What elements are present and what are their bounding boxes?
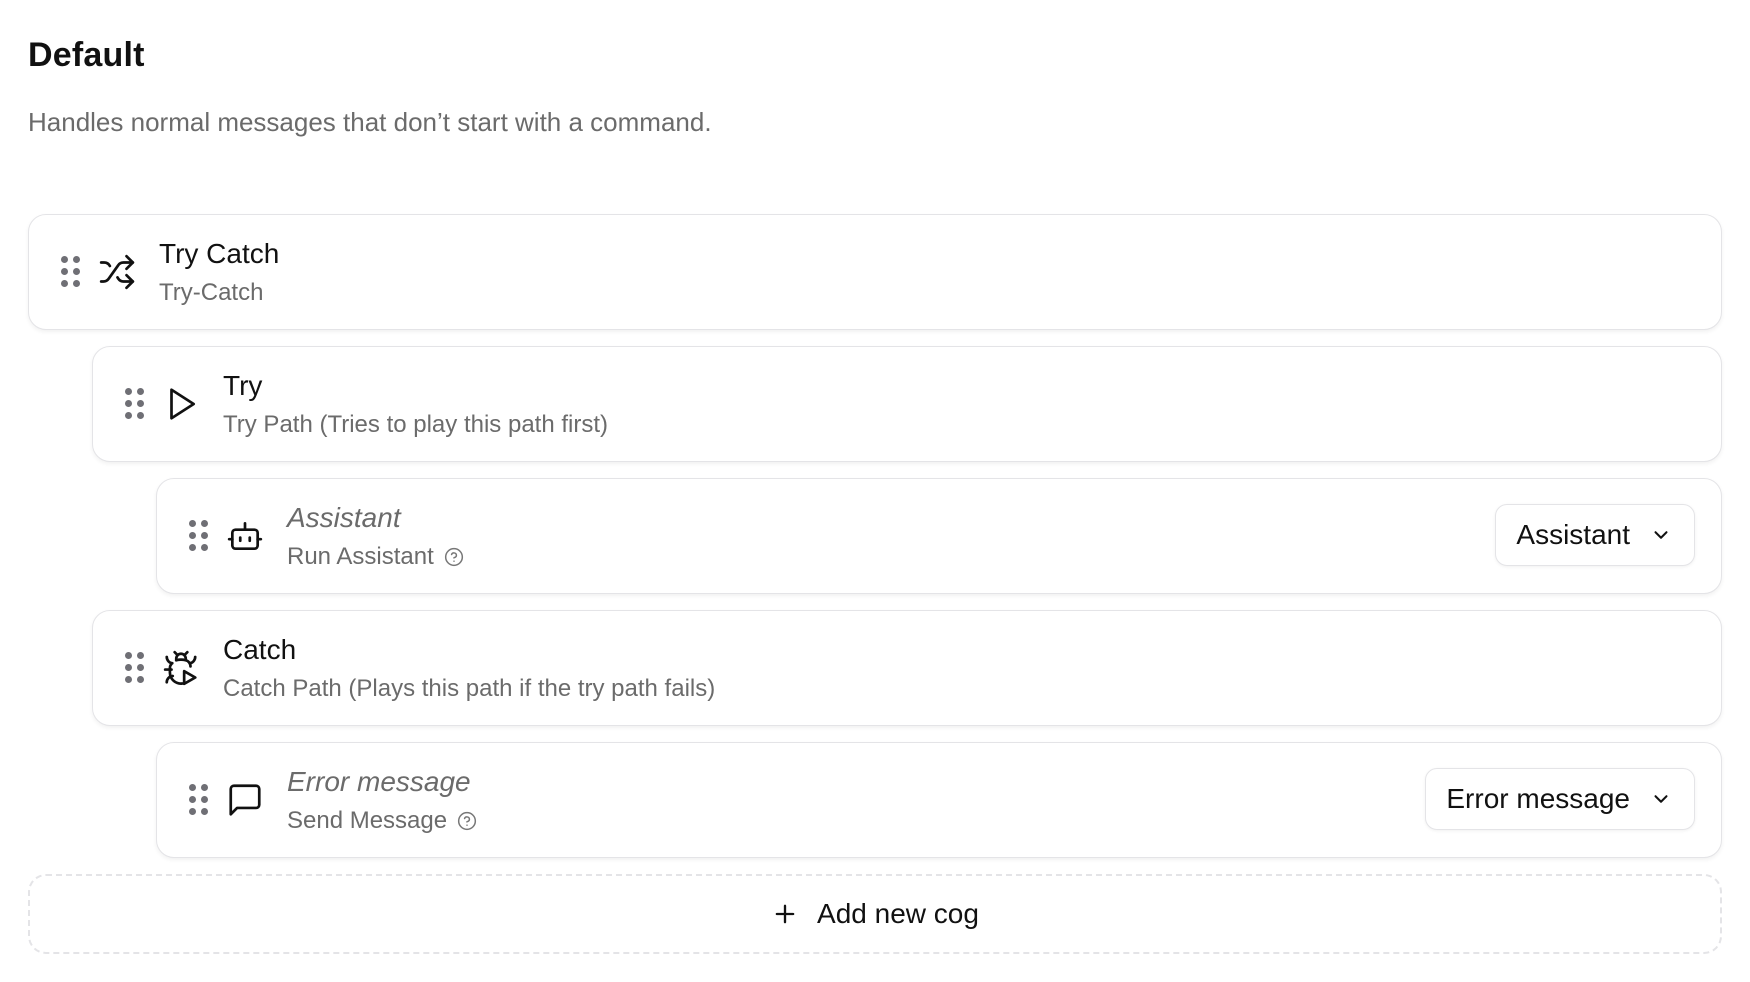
cog-description: Send Message: [287, 807, 448, 834]
help-circle-icon[interactable]: [457, 811, 477, 831]
chevron-down-icon: [1650, 524, 1672, 546]
play-icon: [161, 384, 201, 424]
section-subtitle: Handles normal messages that don’t start…: [28, 107, 712, 137]
add-new-cog-button[interactable]: Add new cog: [28, 874, 1722, 954]
assistant-select[interactable]: Assistant: [1495, 504, 1695, 566]
drag-handle-icon[interactable]: [125, 652, 144, 684]
message-square-icon: [225, 780, 265, 820]
shuffle-icon: [97, 252, 137, 292]
cog-name: Error message: [287, 766, 471, 797]
error-message-select[interactable]: Error message: [1425, 768, 1695, 830]
help-circle-icon[interactable]: [444, 547, 464, 567]
cog-description: Catch Path (Plays this path if the try p…: [223, 675, 716, 702]
cog-description: Try Path (Tries to play this path first): [223, 411, 608, 438]
bot-icon: [225, 516, 265, 556]
drag-handle-icon[interactable]: [189, 520, 208, 552]
cog-description: Run Assistant: [287, 543, 434, 570]
chevron-down-icon: [1650, 788, 1672, 810]
add-new-cog-label: Add new cog: [817, 898, 979, 929]
cog-name: Try: [223, 370, 263, 401]
cog-card-error-message[interactable]: Error message Send Message Error message: [156, 742, 1722, 858]
drag-handle-icon[interactable]: [125, 388, 144, 420]
cog-card-catch[interactable]: Catch Catch Path (Plays this path if the…: [92, 610, 1722, 726]
drag-handle-icon[interactable]: [61, 256, 80, 288]
section-title: Default: [28, 36, 145, 74]
select-value: Error message: [1446, 783, 1630, 814]
cog-name: Catch: [223, 634, 297, 665]
cog-description: Try-Catch: [159, 279, 264, 306]
drag-handle-icon[interactable]: [189, 784, 208, 816]
cog-card-try-catch[interactable]: Try Catch Try-Catch: [28, 214, 1722, 330]
cog-card-assistant[interactable]: Assistant Run Assistant Assistant: [156, 478, 1722, 594]
cog-name: Assistant: [287, 502, 401, 533]
bug-play-icon: [161, 648, 201, 688]
plus-icon: [771, 900, 799, 928]
cog-name: Try Catch: [159, 238, 280, 269]
select-value: Assistant: [1516, 519, 1630, 550]
cog-card-try[interactable]: Try Try Path (Tries to play this path fi…: [92, 346, 1722, 462]
